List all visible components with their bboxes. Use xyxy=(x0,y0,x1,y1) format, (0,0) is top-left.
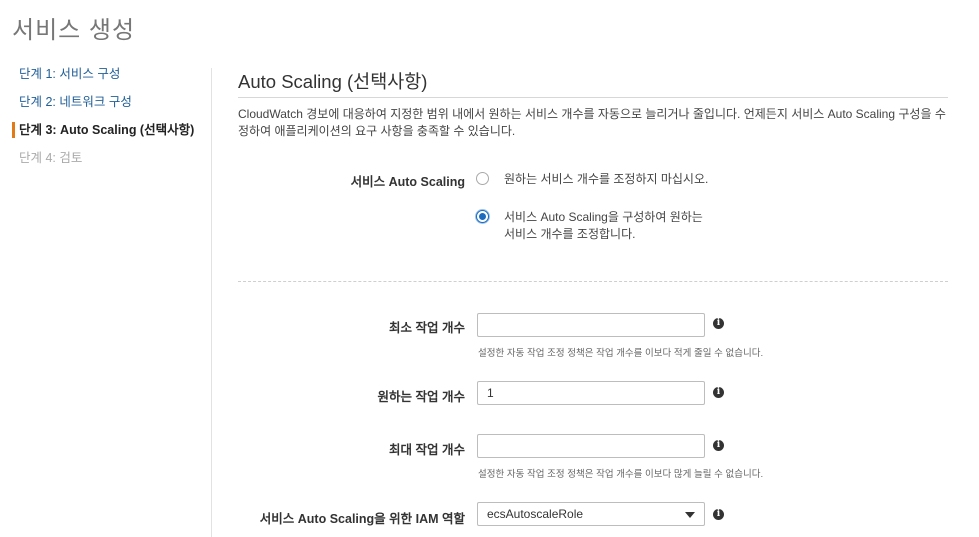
vertical-divider xyxy=(211,68,212,537)
iam-role-selected-value: ecsAutoscaleRole xyxy=(487,507,584,521)
radio-button-configure[interactable] xyxy=(476,210,489,223)
step-4-disabled: 단계 4: 검토 xyxy=(19,151,83,165)
section-divider xyxy=(238,97,948,98)
min-tasks-help: 설정한 자동 작업 조정 정책은 작업 개수를 이보다 적게 줄일 수 없습니다… xyxy=(478,348,764,359)
step-3-current: 단계 3: Auto Scaling (선택사항) xyxy=(12,118,202,146)
radio-option-no-adjust[interactable]: 원하는 서비스 개수를 조정하지 마십시오. xyxy=(476,171,716,188)
max-tasks-label: 최대 작업 개수 xyxy=(389,443,465,457)
max-tasks-help: 설정한 자동 작업 조정 정책은 작업 개수를 이보다 많게 늘릴 수 없습니다… xyxy=(478,469,764,480)
section-title: Auto Scaling (선택사항) xyxy=(238,71,428,92)
info-icon[interactable]: i xyxy=(713,440,724,451)
min-tasks-input[interactable] xyxy=(477,313,705,337)
step-2-link[interactable]: 단계 2: 네트워크 구성 xyxy=(12,90,202,118)
desired-tasks-input[interactable]: 1 xyxy=(477,381,705,405)
dashed-divider xyxy=(238,281,948,282)
iam-role-label: 서비스 Auto Scaling을 위한 IAM 역할 xyxy=(259,512,465,526)
info-icon[interactable]: i xyxy=(713,509,724,520)
wizard-steps: 단계 1: 서비스 구성 단계 2: 네트워크 구성 단계 3: Auto Sc… xyxy=(12,62,202,174)
section-description: CloudWatch 경보에 대응하여 지정한 범위 내에서 원하는 서비스 개… xyxy=(238,107,946,138)
radio-label-configure: 서비스 Auto Scaling을 구성하여 원하는 서비스 개수를 조정합니다… xyxy=(504,210,703,241)
page-title: 서비스 생성 xyxy=(12,17,136,44)
max-tasks-input[interactable] xyxy=(477,434,705,458)
iam-role-select[interactable]: ecsAutoscaleRole xyxy=(477,502,705,526)
desired-tasks-label: 원하는 작업 개수 xyxy=(377,390,465,404)
radio-button-no-adjust[interactable] xyxy=(476,172,489,185)
min-tasks-label: 최소 작업 개수 xyxy=(389,321,465,335)
auto-scaling-label: 서비스 Auto Scaling xyxy=(350,175,465,189)
radio-label-no-adjust: 원하는 서비스 개수를 조정하지 마십시오. xyxy=(504,172,709,186)
step-1-link[interactable]: 단계 1: 서비스 구성 xyxy=(12,62,202,90)
info-icon[interactable]: i xyxy=(713,387,724,398)
info-icon[interactable]: i xyxy=(713,318,724,329)
radio-option-configure[interactable]: 서비스 Auto Scaling을 구성하여 원하는 서비스 개수를 조정합니다… xyxy=(476,209,716,243)
